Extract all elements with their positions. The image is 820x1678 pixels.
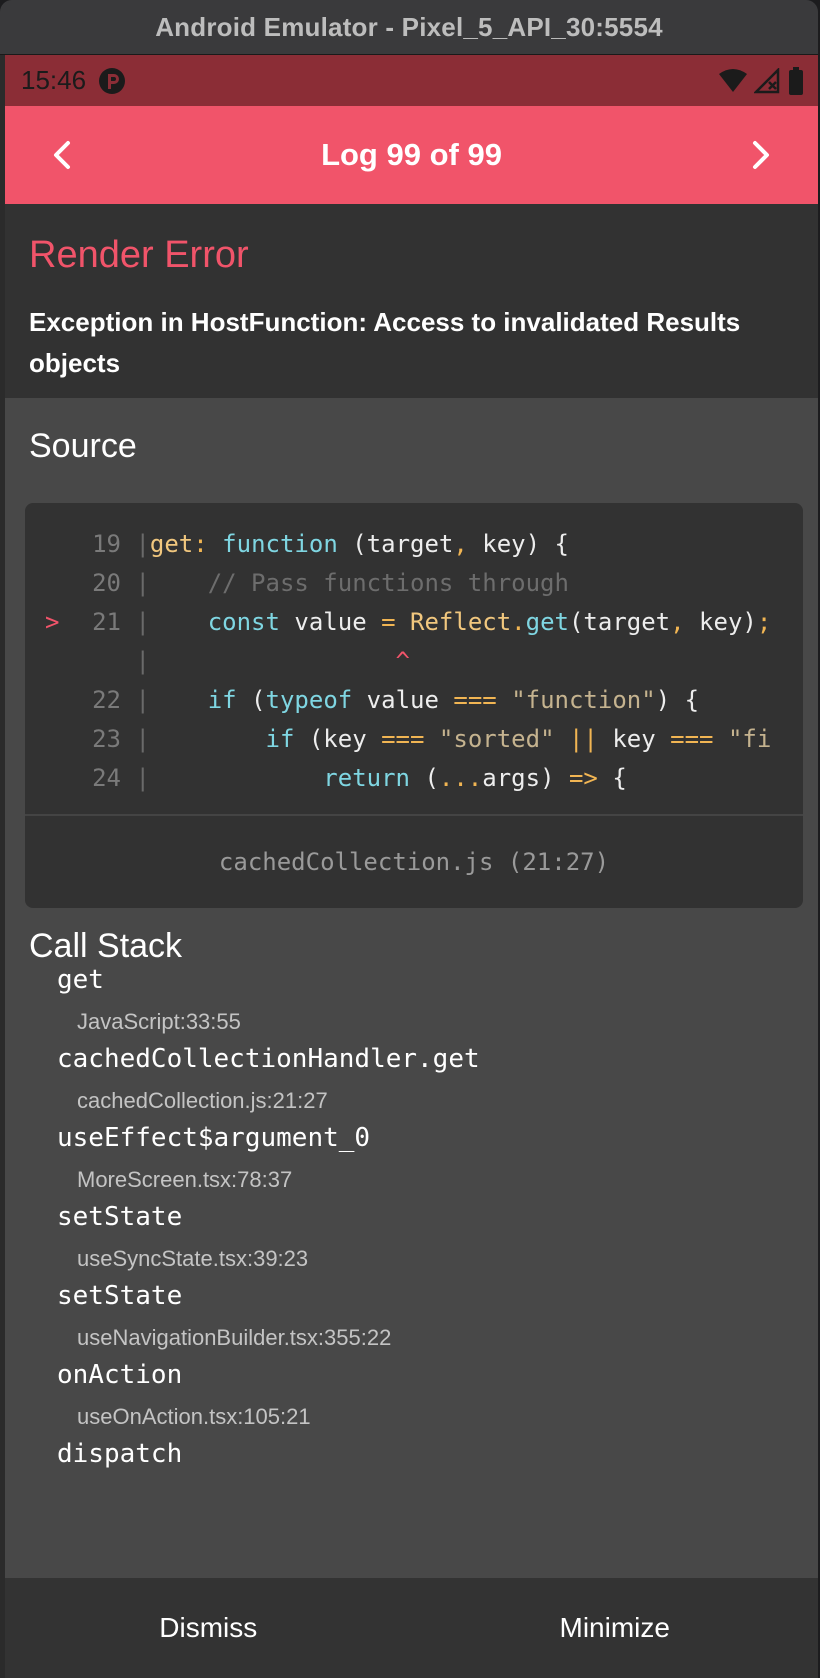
error-summary: Render Error Exception in HostFunction: … [5, 204, 818, 398]
error-message: Exception in HostFunction: Access to inv… [29, 307, 741, 378]
stack-frame[interactable]: useEffect$argument_0 MoreScreen.tsx:78:3… [5, 1123, 818, 1202]
frame-location: JavaScript:33:55 [77, 1009, 241, 1034]
status-time: 15:46 [21, 65, 87, 95]
previous-log-button[interactable] [37, 130, 87, 180]
frame-function: setState [57, 1202, 183, 1232]
code-listing: 19 |get: function (target, key) { 20 | /… [25, 525, 803, 798]
log-counter: Log 99 of 99 [321, 137, 502, 172]
call-stack-heading: Call Stack [29, 927, 183, 965]
source-code-frame[interactable]: 19 |get: function (target, key) { 20 | /… [25, 503, 803, 908]
code-line: 23 | if (key === "sorted" || key === "fi [25, 720, 803, 759]
log-header: Log 99 of 99 [5, 106, 818, 204]
frame-function: onAction [57, 1360, 183, 1390]
stack-frame[interactable]: get JavaScript:33:55 [5, 965, 818, 1044]
stack-frame[interactable]: dispatch [5, 1439, 818, 1518]
action-bar: Dismiss Minimize [5, 1578, 818, 1678]
emulator-window: Android Emulator - Pixel_5_API_30:5554 1… [0, 0, 818, 1678]
app-notification-icon [99, 67, 126, 94]
frame-location: MoreScreen.tsx:78:37 [77, 1167, 293, 1192]
stack-frame[interactable]: setState useSyncState.tsx:39:23 [5, 1202, 818, 1281]
frame-location: useSyncState.tsx:39:23 [77, 1246, 309, 1271]
code-line: 22 | if (typeof value === "function") { [25, 681, 803, 720]
dismiss-button[interactable]: Dismiss [5, 1578, 412, 1678]
code-line-highlighted: >21 | const value = Reflect.get(target, … [25, 603, 803, 642]
frame-location: cachedCollection.js:21:27 [77, 1088, 328, 1113]
frame-function: cachedCollectionHandler.get [57, 1044, 480, 1074]
call-stack-list: get JavaScript:33:55 cachedCollectionHan… [5, 965, 818, 1518]
code-line: 19 |get: function (target, key) { [25, 525, 803, 564]
line-number: 22 [92, 686, 121, 714]
stack-frame[interactable]: cachedCollectionHandler.get cachedCollec… [5, 1044, 818, 1123]
wifi-icon [719, 69, 747, 92]
frame-function: dispatch [57, 1439, 183, 1469]
chevron-left-icon [54, 141, 70, 169]
stack-frame[interactable]: setState useNavigationBuilder.tsx:355:22 [5, 1281, 818, 1360]
line-number: 24 [92, 764, 121, 792]
line-number: 23 [92, 725, 121, 753]
frame-location: useNavigationBuilder.tsx:355:22 [77, 1325, 392, 1350]
device-screen: 15:46 Log 99 of 99 Render Error Exceptio… [5, 55, 818, 1678]
stack-frame[interactable]: onAction useOnAction.tsx:105:21 [5, 1360, 818, 1439]
battery-icon [789, 67, 803, 95]
frame-function: setState [57, 1281, 183, 1311]
status-bar: 15:46 [5, 55, 818, 106]
window-title: Android Emulator - Pixel_5_API_30:5554 [155, 11, 663, 42]
source-file-location: cachedCollection.js (21:27) [218, 848, 610, 876]
source-heading: Source [29, 427, 137, 465]
frame-function: get [57, 965, 104, 995]
line-number: 20 [92, 569, 121, 597]
minimize-button[interactable]: Minimize [412, 1578, 819, 1678]
frame-location: useOnAction.tsx:105:21 [77, 1404, 311, 1429]
signal-icon [754, 68, 780, 94]
code-line: 24 | return (...args) => { [25, 759, 803, 798]
status-icons [718, 67, 804, 95]
frame-function: useEffect$argument_0 [57, 1123, 371, 1153]
window-titlebar: Android Emulator - Pixel_5_API_30:5554 [0, 0, 818, 55]
line-number: 19 [92, 530, 121, 558]
code-line: | ^ [135, 647, 410, 675]
error-title: Render Error [29, 234, 249, 276]
line-number: 21 [92, 608, 121, 636]
chevron-right-icon [753, 141, 769, 169]
next-log-button[interactable] [736, 130, 786, 180]
code-line: 20 | // Pass functions through [25, 564, 803, 603]
